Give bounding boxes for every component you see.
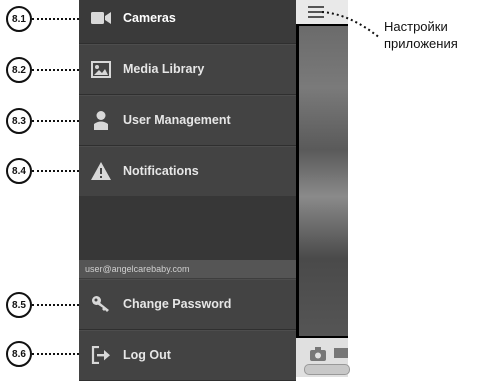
menu-item-label: Media Library xyxy=(123,62,205,76)
account-email: user@angelcarebaby.com xyxy=(79,260,296,278)
callout-leader-8-1 xyxy=(32,18,79,20)
menu-item-cameras[interactable]: Cameras xyxy=(79,0,296,44)
menu-item-label: Notifications xyxy=(123,164,199,178)
callout-badge-8-1: 8.1 xyxy=(6,6,32,32)
side-menu: Cameras Media Library User Management No… xyxy=(79,0,296,381)
video-camera-icon xyxy=(79,0,123,43)
callout-badge-8-3: 8.3 xyxy=(6,108,32,134)
menu-item-label: Change Password xyxy=(123,297,232,311)
menu-item-label: Cameras xyxy=(123,11,176,25)
menu-item-change-password[interactable]: Change Password xyxy=(79,279,296,330)
annotation-line-1: Настройки xyxy=(384,19,448,34)
callout-badge-8-6: 8.6 xyxy=(6,341,32,367)
callout-leader-8-3 xyxy=(32,120,79,122)
record-toggle-icon[interactable] xyxy=(334,348,348,358)
camera-header-bar xyxy=(296,0,348,24)
app-settings-annotation: Настройки приложения xyxy=(384,18,458,52)
camera-toolbar xyxy=(296,338,350,377)
callout-badge-8-4: 8.4 xyxy=(6,158,32,184)
callout-badge-8-5: 8.5 xyxy=(6,292,32,318)
key-icon xyxy=(79,279,123,329)
menu-item-label: User Management xyxy=(123,113,231,127)
camera-snapshot-icon[interactable] xyxy=(310,347,326,361)
menu-item-user-management[interactable]: User Management xyxy=(79,95,296,146)
image-icon xyxy=(79,44,123,94)
callout-leader-8-6 xyxy=(32,353,79,355)
warning-icon xyxy=(79,146,123,196)
menu-item-label: Log Out xyxy=(123,348,171,362)
callout-leader-8-2 xyxy=(32,69,79,71)
hamburger-menu-icon[interactable] xyxy=(308,6,324,21)
menu-item-media-library[interactable]: Media Library xyxy=(79,44,296,95)
callout-leader-8-4 xyxy=(32,170,79,172)
annotation-line-2: приложения xyxy=(384,36,458,51)
menu-item-log-out[interactable]: Log Out xyxy=(79,330,296,381)
toggle-slider[interactable] xyxy=(304,364,350,375)
callout-leader-8-5 xyxy=(32,304,79,306)
logout-icon xyxy=(79,330,123,380)
user-icon xyxy=(79,95,123,145)
camera-feed xyxy=(299,26,348,336)
camera-view xyxy=(296,0,350,377)
menu-item-notifications[interactable]: Notifications xyxy=(79,146,296,197)
callout-badge-8-2: 8.2 xyxy=(6,57,32,83)
menu-spacer xyxy=(79,196,296,260)
